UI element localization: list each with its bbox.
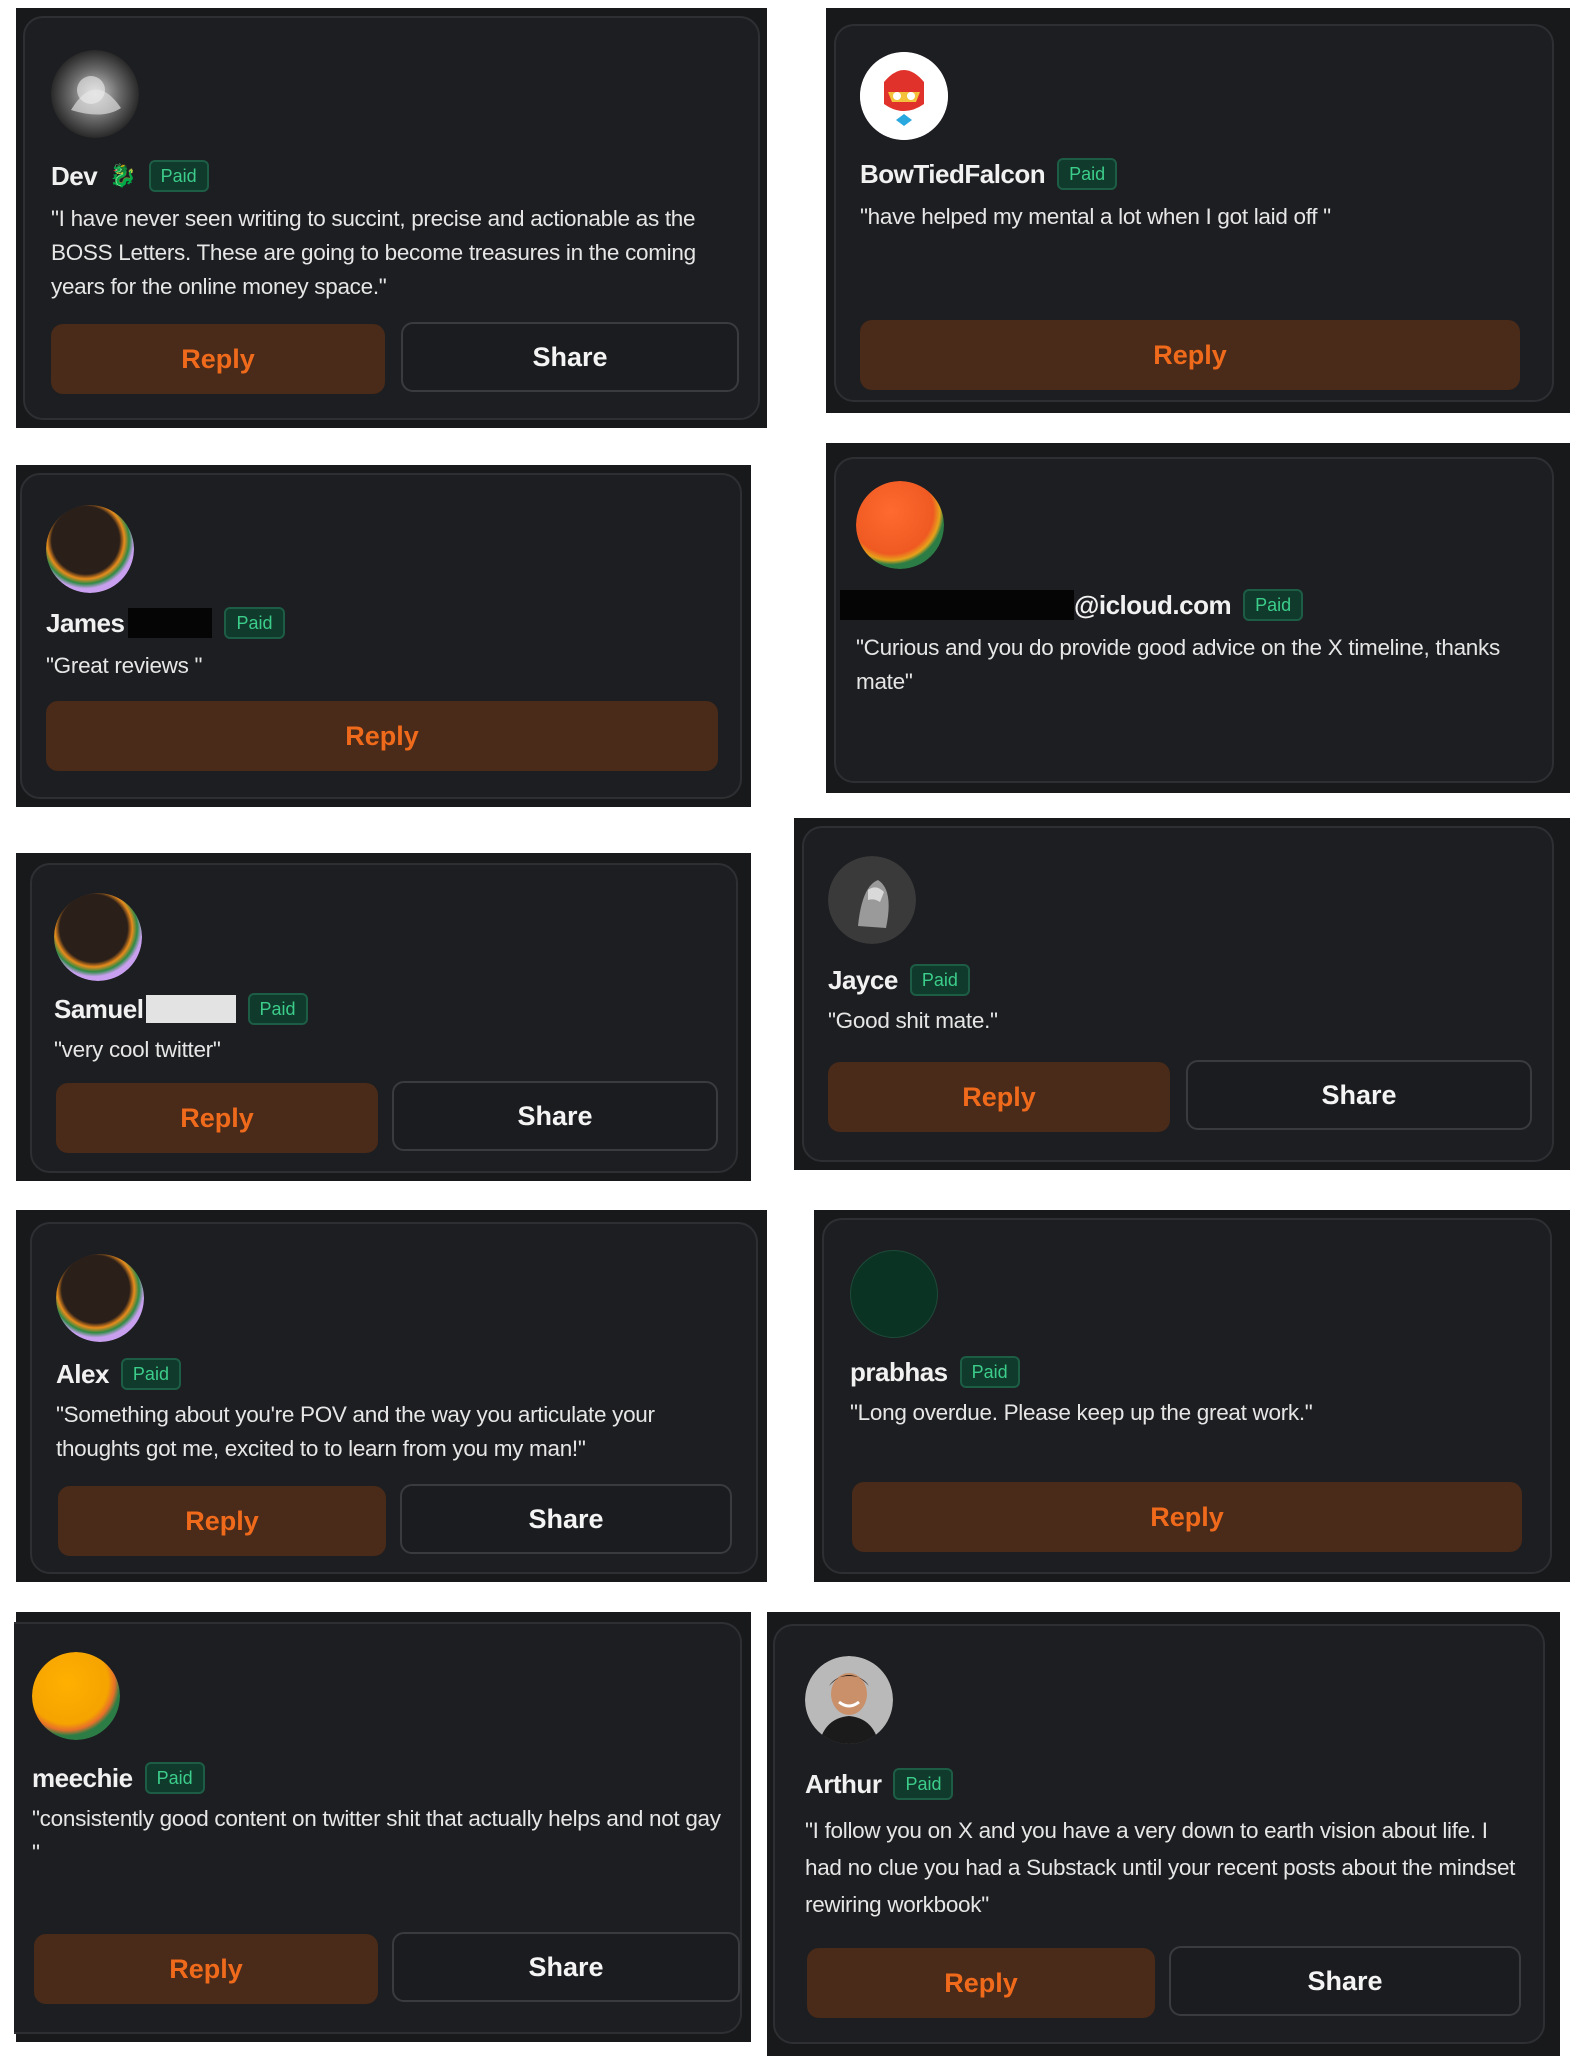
comment-panel: prabhas Paid "Long overdue. Please keep … xyxy=(814,1210,1570,1582)
comment-panel: James Paid "Great reviews " Reply xyxy=(16,465,751,807)
comment-card: BowTiedFalcon Paid "have helped my menta… xyxy=(834,24,1554,402)
comment-card: @icloud.com Paid "Curious and you do pro… xyxy=(834,457,1554,783)
comment-panel: Arthur Paid "I follow you on X and you h… xyxy=(767,1612,1560,2056)
avatar[interactable] xyxy=(828,856,916,944)
commenter-name[interactable]: Arthur xyxy=(805,1769,882,1800)
comment-card: Alex Paid "Something about you're POV an… xyxy=(30,1222,758,1574)
commenter-row: Jayce Paid xyxy=(828,962,970,998)
paid-badge: Paid xyxy=(1057,158,1118,190)
avatar[interactable] xyxy=(56,1254,144,1342)
reply-button[interactable]: Reply xyxy=(34,1934,378,2004)
paid-badge: Paid xyxy=(148,160,209,192)
paid-badge: Paid xyxy=(144,1762,205,1794)
share-button[interactable]: Share xyxy=(1186,1060,1532,1130)
paid-badge: Paid xyxy=(959,1356,1020,1388)
reply-button[interactable]: Reply xyxy=(828,1062,1170,1132)
share-button[interactable]: Share xyxy=(392,1081,718,1151)
fire-dragon-icon: 🐉 xyxy=(109,163,137,188)
commenter-row: prabhas Paid xyxy=(850,1354,1020,1390)
avatar[interactable] xyxy=(51,50,139,138)
paid-badge: Paid xyxy=(909,964,970,996)
share-button[interactable]: Share xyxy=(400,1484,732,1554)
comment-card: Jayce Paid "Good shit mate." Reply Share xyxy=(802,826,1554,1162)
comment-text: "Long overdue. Please keep up the great … xyxy=(850,1400,1313,1425)
comment-panel: Jayce Paid "Good shit mate." Reply Share xyxy=(794,818,1570,1170)
share-button[interactable]: Share xyxy=(401,322,739,392)
comment-text: "have helped my mental a lot when I got … xyxy=(860,204,1331,229)
paid-badge: Paid xyxy=(893,1768,954,1800)
comment-text: "I follow you on X and you have a very d… xyxy=(805,1818,1516,1917)
comment-panel: Samuel Paid "very cool twitter" Reply Sh… xyxy=(16,853,751,1181)
reply-button[interactable]: Reply xyxy=(860,320,1520,390)
commenter-row: Dev 🐉 Paid xyxy=(51,158,209,194)
avatar[interactable] xyxy=(860,52,948,140)
redacted-surname xyxy=(128,608,213,638)
commenter-name[interactable]: James xyxy=(46,608,125,639)
comment-panel: @icloud.com Paid "Curious and you do pro… xyxy=(826,443,1570,793)
paid-badge: Paid xyxy=(247,993,308,1025)
commenter-name[interactable]: BowTiedFalcon xyxy=(860,159,1046,190)
comment-text: "Good shit mate." xyxy=(828,1008,998,1033)
commenter-name[interactable]: prabhas xyxy=(850,1357,948,1388)
commenter-name[interactable]: @icloud.com xyxy=(1074,590,1232,621)
share-button[interactable]: Share xyxy=(392,1932,740,2002)
commenter-name[interactable]: Samuel xyxy=(54,994,144,1025)
comment-card: Samuel Paid "very cool twitter" Reply Sh… xyxy=(30,863,738,1173)
redacted-email-user xyxy=(840,590,1074,620)
comment-panel: Alex Paid "Something about you're POV an… xyxy=(16,1210,767,1582)
reply-button[interactable]: Reply xyxy=(51,324,385,394)
comment-text: "consistently good content on twitter sh… xyxy=(32,1806,721,1865)
comment-panel: Dev 🐉 Paid "I have never seen writing to… xyxy=(16,8,767,428)
comment-card: Dev 🐉 Paid "I have never seen writing to… xyxy=(23,16,760,420)
avatar[interactable] xyxy=(805,1656,893,1744)
commenter-row: @icloud.com Paid xyxy=(840,587,1304,623)
avatar[interactable] xyxy=(32,1652,120,1740)
comment-panel: meechie Paid "consistently good content … xyxy=(14,1612,751,2042)
avatar[interactable] xyxy=(54,893,142,981)
share-button[interactable]: Share xyxy=(1169,1946,1521,2016)
comment-panel: BowTiedFalcon Paid "have helped my menta… xyxy=(826,8,1570,413)
commenter-row: meechie Paid xyxy=(32,1760,205,1796)
paid-badge: Paid xyxy=(120,1358,181,1390)
commenter-row: Arthur Paid xyxy=(805,1766,954,1802)
commenter-row: James Paid xyxy=(46,605,285,641)
comment-text: "Something about you're POV and the way … xyxy=(56,1402,655,1461)
comment-text: "Great reviews " xyxy=(46,653,203,678)
paid-badge: Paid xyxy=(224,607,285,639)
comment-card: James Paid "Great reviews " Reply xyxy=(20,473,742,799)
commenter-name[interactable]: Jayce xyxy=(828,965,898,996)
paid-badge: Paid xyxy=(1243,589,1304,621)
redacted-surname xyxy=(145,995,236,1023)
comment-text: "I have never seen writing to succint, p… xyxy=(51,206,696,299)
comment-card: Arthur Paid "I follow you on X and you h… xyxy=(773,1624,1545,2044)
commenter-row: BowTiedFalcon Paid xyxy=(860,156,1118,192)
comment-card: meechie Paid "consistently good content … xyxy=(14,1622,742,2034)
reply-button[interactable]: Reply xyxy=(852,1482,1522,1552)
commenter-name[interactable]: Alex xyxy=(56,1359,109,1390)
avatar[interactable] xyxy=(856,481,944,569)
commenter-name[interactable]: Dev xyxy=(51,161,98,192)
reply-button[interactable]: Reply xyxy=(46,701,718,771)
comment-card: prabhas Paid "Long overdue. Please keep … xyxy=(822,1218,1552,1574)
avatar[interactable] xyxy=(46,505,134,593)
avatar[interactable] xyxy=(850,1250,938,1338)
commenter-row: Samuel Paid xyxy=(54,991,308,1027)
commenter-row: Alex Paid xyxy=(56,1356,181,1392)
reply-button[interactable]: Reply xyxy=(807,1948,1155,2018)
comment-text: "Curious and you do provide good advice … xyxy=(856,635,1500,694)
reply-button[interactable]: Reply xyxy=(58,1486,386,1556)
comment-text: "very cool twitter" xyxy=(54,1037,221,1062)
reply-button[interactable]: Reply xyxy=(56,1083,378,1153)
commenter-name[interactable]: meechie xyxy=(32,1763,133,1794)
